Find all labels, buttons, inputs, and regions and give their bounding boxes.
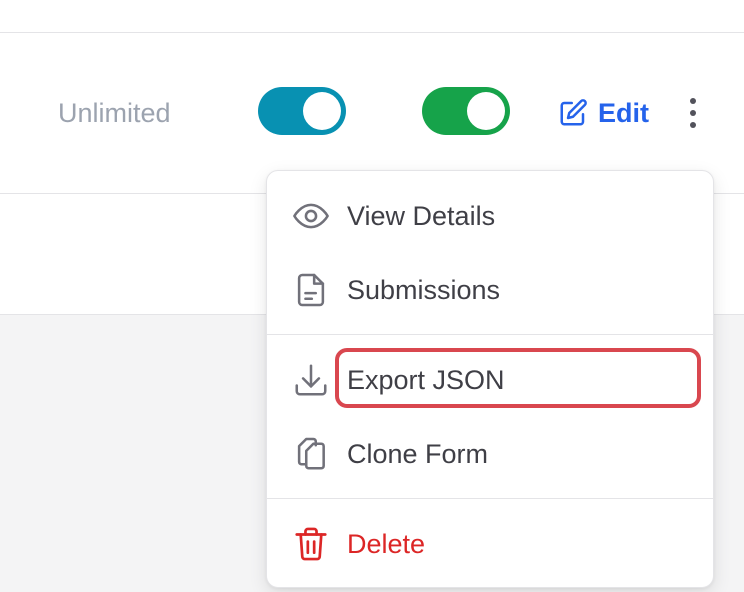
document-icon [291,270,331,310]
menu-item-label: Delete [347,528,426,559]
menu-item-submissions[interactable]: Submissions [267,257,713,323]
table-header-strip [0,0,744,33]
edit-button[interactable]: Edit [558,94,649,132]
toggle-knob [467,92,505,130]
submission-limit-text: Unlimited [58,98,171,128]
menu-divider [267,498,713,499]
menu-divider [267,334,713,335]
public-toggle[interactable] [422,87,510,135]
download-icon [291,360,331,400]
edit-button-label: Edit [598,97,649,128]
row-actions-menu: View Details Submissions Export JSON Clo… [266,170,714,588]
menu-item-label: Export JSON [347,364,505,395]
menu-item-label: View Details [347,200,496,231]
toggle-knob [303,92,341,130]
menu-item-label: Clone Form [347,438,489,469]
trash-icon [291,524,331,564]
menu-item-view-details[interactable]: View Details [267,183,713,249]
menu-item-delete[interactable]: Delete [267,511,713,577]
pencil-square-icon [560,99,587,126]
eye-icon [291,196,331,236]
more-options-icon[interactable] [678,94,708,132]
status-toggle[interactable] [258,87,346,135]
copy-icon [291,434,331,474]
menu-item-clone-form[interactable]: Clone Form [267,421,713,487]
menu-item-label: Submissions [347,274,501,305]
menu-item-export-json[interactable]: Export JSON [267,347,713,413]
